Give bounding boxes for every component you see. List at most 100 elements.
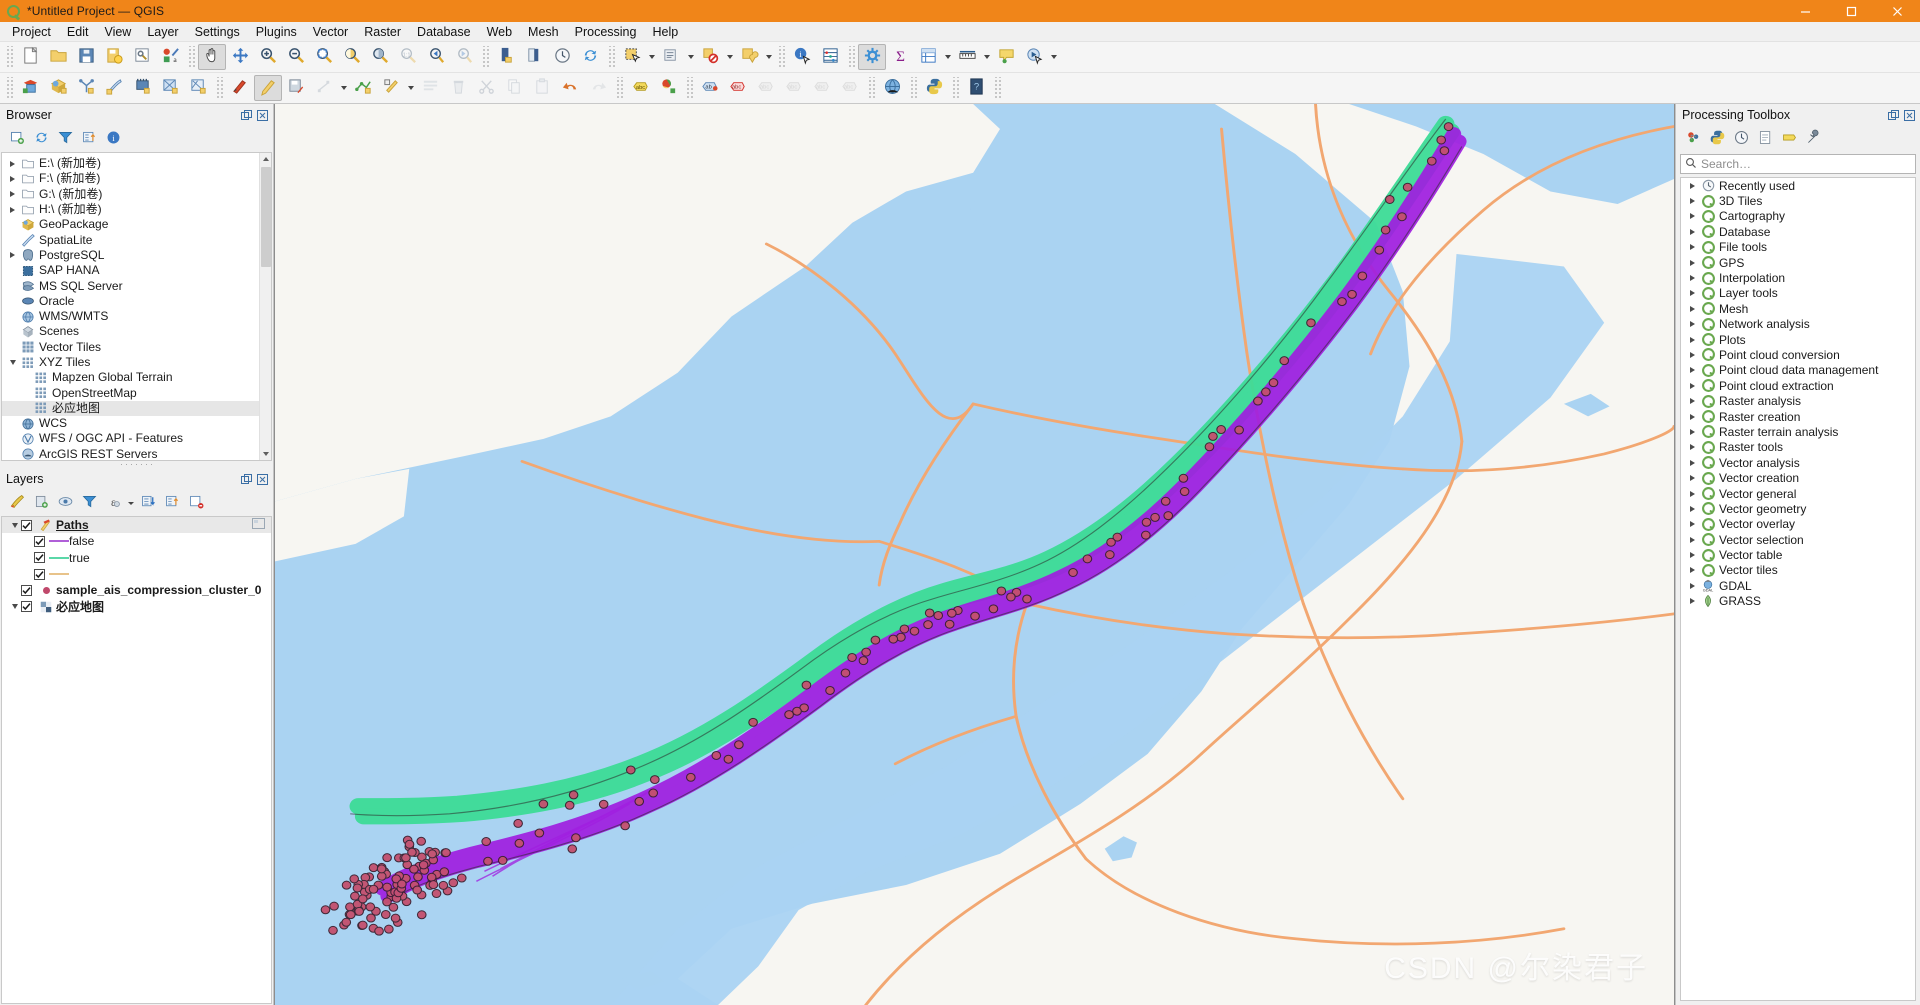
- processing-group-vector-table[interactable]: Vector table: [1681, 547, 1915, 562]
- chevron-down-icon[interactable]: [724, 44, 735, 70]
- change-label-button[interactable]: abc: [808, 75, 836, 101]
- processing-graphical-modeler-button[interactable]: [1778, 128, 1800, 150]
- processing-group-cartography[interactable]: Cartography: [1681, 209, 1915, 224]
- browser-item-arcgis-rest-servers[interactable]: ArcGIS REST Servers: [2, 447, 271, 460]
- menu-plugins[interactable]: Plugins: [248, 22, 305, 42]
- expand-all-button[interactable]: [137, 492, 159, 514]
- caret-right-icon[interactable]: [1686, 567, 1699, 574]
- statistical-summary-button[interactable]: [816, 44, 844, 70]
- identify-features-button[interactable]: i: [788, 44, 816, 70]
- field-calculator-button[interactable]: Σ: [886, 44, 914, 70]
- browser-item--[interactable]: 必应地图: [2, 400, 271, 417]
- processing-group-raster-terrain-analysis[interactable]: Raster terrain analysis: [1681, 424, 1915, 439]
- current-edits-button[interactable]: [226, 75, 254, 101]
- browser-filter-button[interactable]: [54, 128, 76, 150]
- chevron-down-icon[interactable]: [646, 44, 657, 70]
- processing-group-vector-selection[interactable]: Vector selection: [1681, 532, 1915, 547]
- browser-tree[interactable]: E:\ (新加卷) F:\ (新加卷) G:\ (新加卷) H:\ (新加卷) GeoP…: [1, 152, 272, 461]
- select-by-location-button[interactable]: [735, 44, 763, 70]
- toolbar-grip[interactable]: [607, 46, 615, 68]
- menu-view[interactable]: View: [96, 22, 139, 42]
- processing-group-gdal[interactable]: GDAL GDAL: [1681, 578, 1915, 593]
- menu-layer[interactable]: Layer: [139, 22, 186, 42]
- layer-row[interactable]: Paths: [2, 517, 271, 534]
- project-properties-button[interactable]: [128, 44, 156, 70]
- zoom-to-layer-button[interactable]: [366, 44, 394, 70]
- toolbar-grip[interactable]: [187, 46, 195, 68]
- caret-right-icon[interactable]: [1686, 459, 1699, 466]
- browser-item-geopackage[interactable]: GeoPackage: [2, 217, 271, 232]
- close-button[interactable]: [1874, 0, 1920, 22]
- processing-group-vector-analysis[interactable]: Vector analysis: [1681, 455, 1915, 470]
- zoom-to-selection-button[interactable]: [338, 44, 366, 70]
- toolbar-grip[interactable]: [685, 77, 693, 99]
- processing-group-recently-used[interactable]: Recently used: [1681, 178, 1915, 193]
- browser-collapse-all-button[interactable]: [78, 128, 100, 150]
- processing-group-network-analysis[interactable]: Network analysis: [1681, 317, 1915, 332]
- toolbar-grip[interactable]: [215, 77, 223, 99]
- new-3d-map-view-button[interactable]: [520, 44, 548, 70]
- save-layer-edits-button[interactable]: [282, 75, 310, 101]
- processing-group-point-cloud-conversion[interactable]: Point cloud conversion: [1681, 347, 1915, 362]
- caret-right-icon[interactable]: [6, 191, 19, 198]
- layer-visibility-checkbox[interactable]: [21, 601, 32, 613]
- paste-features-button[interactable]: [528, 75, 556, 101]
- browser-item-g-[interactable]: G:\ (新加卷): [2, 187, 271, 202]
- layer-visibility-checkbox[interactable]: [34, 535, 45, 547]
- map-tips-button[interactable]: [992, 44, 1020, 70]
- caret-right-icon[interactable]: [1686, 398, 1699, 405]
- toolbar-grip[interactable]: [481, 46, 489, 68]
- caret-right-icon[interactable]: [1686, 444, 1699, 451]
- processing-group-raster-creation[interactable]: Raster creation: [1681, 409, 1915, 424]
- processing-close-icon[interactable]: [1903, 109, 1916, 122]
- filter-legend-expression-button[interactable]: ε: [102, 492, 124, 514]
- open-attribute-table-button[interactable]: [914, 44, 942, 70]
- show-hide-labels-button[interactable]: abc: [724, 75, 752, 101]
- processing-group-vector-creation[interactable]: Vector creation: [1681, 470, 1915, 485]
- menu-mesh[interactable]: Mesh: [520, 22, 567, 42]
- browser-item-sap-hana[interactable]: SAP HANA: [2, 263, 271, 278]
- minimize-button[interactable]: [1782, 0, 1828, 22]
- add-postgis-layer-button[interactable]: [128, 75, 156, 101]
- layer-visibility-checkbox[interactable]: [34, 568, 45, 580]
- multi-edit-button[interactable]: [416, 75, 444, 101]
- browser-refresh-button[interactable]: [30, 128, 52, 150]
- caret-right-icon[interactable]: [1686, 428, 1699, 435]
- redo-button[interactable]: [584, 75, 612, 101]
- caret-right-icon[interactable]: [1686, 244, 1699, 251]
- processing-group-vector-geometry[interactable]: Vector geometry: [1681, 501, 1915, 516]
- caret-right-icon[interactable]: [1686, 290, 1699, 297]
- processing-group-vector-tiles[interactable]: Vector tiles: [1681, 563, 1915, 578]
- processing-float-icon[interactable]: [1887, 109, 1900, 122]
- layer-row[interactable]: false: [2, 533, 271, 549]
- toolbar-grip[interactable]: [867, 77, 875, 99]
- remove-layer-button[interactable]: [185, 492, 207, 514]
- menu-settings[interactable]: Settings: [187, 22, 248, 42]
- processing-results-button[interactable]: [1754, 128, 1776, 150]
- add-feature-button[interactable]: [310, 75, 338, 101]
- browser-properties-button[interactable]: i: [102, 128, 124, 150]
- open-osm-button[interactable]: [878, 75, 906, 101]
- filter-legend-button[interactable]: [78, 492, 100, 514]
- select-features-button[interactable]: [618, 44, 646, 70]
- browser-item-postgresql[interactable]: PostgreSQL: [2, 248, 271, 263]
- browser-item-wcs[interactable]: WCS: [2, 416, 271, 431]
- add-spatialite-layer-button[interactable]: [156, 75, 184, 101]
- caret-right-icon[interactable]: [1686, 582, 1699, 589]
- caret-right-icon[interactable]: [1686, 413, 1699, 420]
- browser-add-selected-layers-button[interactable]: [6, 128, 28, 150]
- chevron-down-icon[interactable]: [685, 44, 696, 70]
- layer-visibility-checkbox[interactable]: [34, 552, 45, 564]
- processing-group-point-cloud-data-management[interactable]: Point cloud data management: [1681, 363, 1915, 378]
- toolbar-grip[interactable]: [951, 77, 959, 99]
- delete-selected-button[interactable]: [444, 75, 472, 101]
- add-vector-layer-button[interactable]: [16, 75, 44, 101]
- toolbar-grip[interactable]: [777, 46, 785, 68]
- add-raster-layer-button[interactable]: [44, 75, 72, 101]
- caret-right-icon[interactable]: [1686, 367, 1699, 374]
- processing-group-vector-general[interactable]: Vector general: [1681, 486, 1915, 501]
- temporal-controller-button[interactable]: [548, 44, 576, 70]
- caret-right-icon[interactable]: [1686, 198, 1699, 205]
- measure-line-button[interactable]: [953, 44, 981, 70]
- browser-item-xyz-tiles[interactable]: XYZ Tiles: [2, 355, 271, 370]
